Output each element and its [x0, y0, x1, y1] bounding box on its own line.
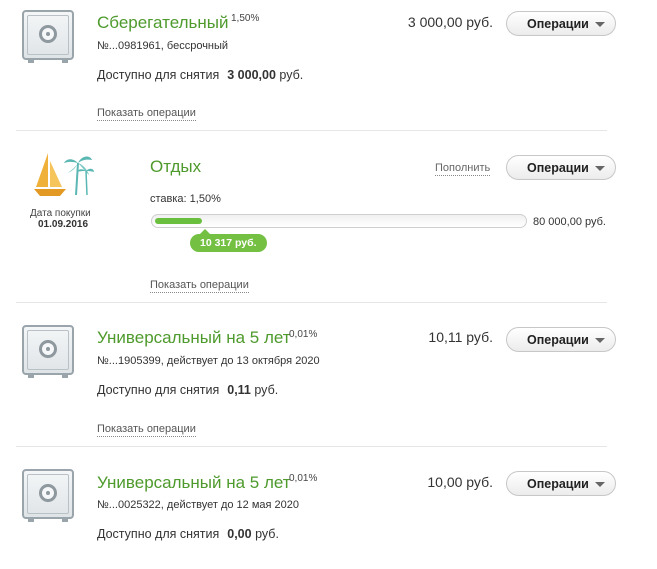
available-unit: руб.	[254, 383, 279, 397]
operations-label: Операции	[527, 160, 589, 175]
account-title[interactable]: Сберегательный	[97, 13, 228, 33]
goal-rate: ставка: 1,50%	[150, 193, 221, 205]
operations-button[interactable]: Операции	[506, 11, 616, 36]
sailboat-palm-icon	[34, 153, 94, 196]
safe-icon	[22, 10, 74, 63]
available-label: Доступно для снятия	[97, 383, 220, 397]
operations-button[interactable]: Операции	[506, 155, 616, 180]
goal-target: 80 000,00 руб.	[533, 216, 606, 228]
account-balance: 10,00 руб.	[427, 474, 493, 490]
operations-label: Операции	[527, 16, 589, 31]
show-operations-link[interactable]: Показать операции	[97, 107, 196, 121]
safe-icon	[22, 469, 74, 522]
goal-progress-fill	[155, 218, 202, 224]
available-value: 0,11	[227, 383, 251, 397]
purchase-date: 01.09.2016	[38, 219, 89, 230]
refill-link[interactable]: Пополнить	[435, 162, 491, 176]
account-rate: 0,01%	[289, 329, 318, 340]
account-card-universal: Универсальный на 5 лет 0,01% №...1905399…	[0, 303, 657, 446]
show-operations-link[interactable]: Показать операции	[97, 423, 196, 437]
available-line: Доступно для снятия 3 000,00 руб.	[97, 68, 303, 82]
available-value: 3 000,00	[227, 68, 276, 82]
available-line: Доступно для снятия 0,11 руб.	[97, 383, 278, 397]
available-value: 0,00	[227, 527, 252, 541]
account-title[interactable]: Универсальный на 5 лет	[97, 328, 291, 348]
account-balance: 3 000,00 руб.	[407, 14, 493, 30]
account-number: №...0981961, бессрочный	[97, 40, 229, 52]
goal-title[interactable]: Отдых	[150, 157, 201, 177]
chevron-down-icon	[595, 482, 605, 487]
available-line: Доступно для снятия 0,00 руб.	[97, 527, 279, 541]
goal-progress-bar	[151, 214, 527, 228]
account-balance: 10,11 руб.	[428, 329, 493, 345]
operations-label: Операции	[527, 476, 589, 491]
chevron-down-icon	[595, 22, 605, 27]
available-unit: руб.	[279, 68, 304, 82]
account-rate: 1,50%	[231, 13, 260, 24]
account-card-universal-2: Универсальный на 5 лет 0,01% №...0025322…	[0, 447, 657, 569]
purchase-date-label: Дата покупки	[30, 208, 91, 219]
account-title[interactable]: Универсальный на 5 лет	[97, 473, 291, 493]
goal-current-badge: 10 317 руб.	[190, 229, 267, 252]
account-number: №...1905399, действует до 13 октября 202…	[97, 355, 320, 367]
operations-button[interactable]: Операции	[506, 471, 616, 496]
account-card-savings: Сберегательный 1,50% №...0981961, бессро…	[0, 0, 657, 130]
show-operations-link[interactable]: Показать операции	[150, 279, 249, 293]
available-label: Доступно для снятия	[97, 68, 220, 82]
operations-label: Операции	[527, 332, 589, 347]
available-label: Доступно для снятия	[97, 527, 220, 541]
chevron-down-icon	[595, 166, 605, 171]
account-rate: 0,01%	[289, 473, 318, 484]
chevron-down-icon	[595, 338, 605, 343]
available-unit: руб.	[255, 527, 279, 541]
account-number: №...0025322, действует до 12 мая 2020	[97, 499, 299, 511]
operations-button[interactable]: Операции	[506, 327, 616, 352]
safe-icon	[22, 325, 74, 378]
